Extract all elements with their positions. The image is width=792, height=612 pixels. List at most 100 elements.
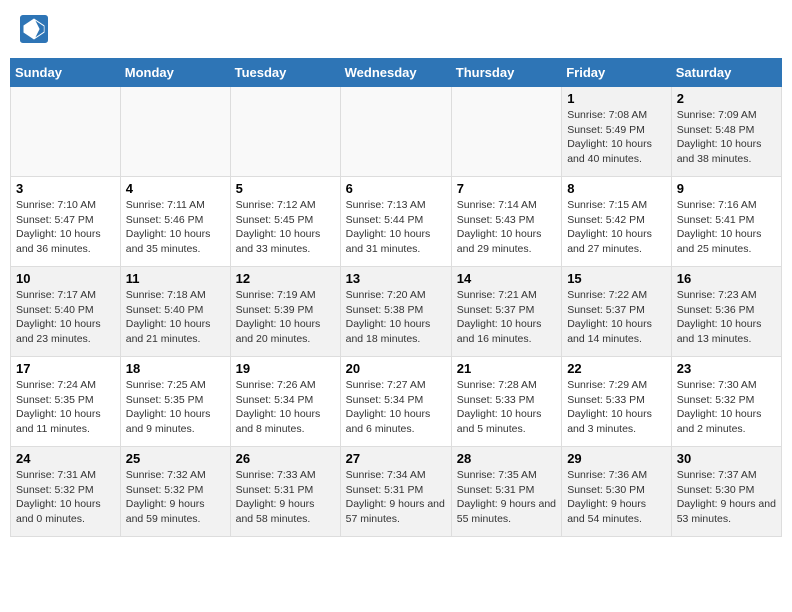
- day-info: Sunrise: 7:11 AMSunset: 5:46 PMDaylight:…: [126, 198, 225, 257]
- day-info: Sunrise: 7:29 AMSunset: 5:33 PMDaylight:…: [567, 378, 666, 437]
- calendar-cell: [230, 87, 340, 177]
- day-number: 29: [567, 451, 666, 466]
- day-number: 23: [677, 361, 776, 376]
- calendar-cell: 15Sunrise: 7:22 AMSunset: 5:37 PMDayligh…: [562, 267, 672, 357]
- day-number: 14: [457, 271, 556, 286]
- calendar-cell: 14 Sunrise: 7:21 AMSunset: 5:37 PMDayligh…: [451, 267, 561, 357]
- calendar-cell: 17Sunrise: 7:24 AMSunset: 5:35 PMDayligh…: [11, 357, 121, 447]
- calendar-cell: 23 Sunrise: 7:30 AMSunset: 5:32 PMDayligh…: [671, 357, 781, 447]
- day-number: 6: [346, 181, 446, 196]
- day-info: Sunrise: 7:12 AMSunset: 5:45 PMDaylight:…: [236, 198, 335, 257]
- calendar-cell: 7 Sunrise: 7:14 AMSunset: 5:43 PMDaylight…: [451, 177, 561, 267]
- calendar-cell: 11 Sunrise: 7:18 AMSunset: 5:40 PMDayligh…: [120, 267, 230, 357]
- calendar-cell: [120, 87, 230, 177]
- day-number: 18: [126, 361, 225, 376]
- week-row-5: 24 Sunrise: 7:31 AMSunset: 5:32 PMDayligh…: [11, 447, 782, 537]
- day-number: 1: [567, 91, 666, 106]
- calendar-cell: 3 Sunrise: 7:10 AMSunset: 5:47 PMDaylight…: [11, 177, 121, 267]
- calendar-cell: 30 Sunrise: 7:37 AMSunset: 5:30 PMDayligh…: [671, 447, 781, 537]
- day-number: 11: [126, 271, 225, 286]
- calendar-cell: 25Sunrise: 7:32 AMSunset: 5:32 PMDayligh…: [120, 447, 230, 537]
- day-info: Sunrise: 7:15 AMSunset: 5:42 PMDaylight:…: [567, 198, 666, 257]
- week-row-4: 17Sunrise: 7:24 AMSunset: 5:35 PMDayligh…: [11, 357, 782, 447]
- week-row-3: 10 Sunrise: 7:17 AMSunset: 5:40 PMDayligh…: [11, 267, 782, 357]
- calendar-cell: [451, 87, 561, 177]
- day-info: Sunrise: 7:17 AMSunset: 5:40 PMDaylight:…: [16, 288, 115, 347]
- day-info: Sunrise: 7:10 AMSunset: 5:47 PMDaylight:…: [16, 198, 115, 257]
- day-number: 5: [236, 181, 335, 196]
- week-row-1: 1 Sunrise: 7:08 AMSunset: 5:49 PMDaylight…: [11, 87, 782, 177]
- calendar-cell: 13 Sunrise: 7:20 AMSunset: 5:38 PMDayligh…: [340, 267, 451, 357]
- calendar-cell: 22 Sunrise: 7:29 AMSunset: 5:33 PMDayligh…: [562, 357, 672, 447]
- calendar-cell: 10 Sunrise: 7:17 AMSunset: 5:40 PMDayligh…: [11, 267, 121, 357]
- day-info: Sunrise: 7:22 AMSunset: 5:37 PMDaylight:…: [567, 288, 666, 347]
- day-info: Sunrise: 7:21 AMSunset: 5:37 PMDaylight:…: [457, 288, 556, 347]
- day-info: Sunrise: 7:23 AMSunset: 5:36 PMDaylight:…: [677, 288, 776, 347]
- day-number: 7: [457, 181, 556, 196]
- day-info: Sunrise: 7:19 AMSunset: 5:39 PMDaylight:…: [236, 288, 335, 347]
- calendar-body: 1 Sunrise: 7:08 AMSunset: 5:49 PMDaylight…: [11, 87, 782, 537]
- day-number: 2: [677, 91, 776, 106]
- day-number: 24: [16, 451, 115, 466]
- calendar-cell: 12 Sunrise: 7:19 AMSunset: 5:39 PMDayligh…: [230, 267, 340, 357]
- calendar-cell: [11, 87, 121, 177]
- day-info: Sunrise: 7:18 AMSunset: 5:40 PMDaylight:…: [126, 288, 225, 347]
- day-number: 22: [567, 361, 666, 376]
- header-thursday: Thursday: [451, 59, 561, 87]
- day-info: Sunrise: 7:20 AMSunset: 5:38 PMDaylight:…: [346, 288, 446, 347]
- calendar-cell: 24 Sunrise: 7:31 AMSunset: 5:32 PMDayligh…: [11, 447, 121, 537]
- calendar-cell: 1 Sunrise: 7:08 AMSunset: 5:49 PMDaylight…: [562, 87, 672, 177]
- day-number: 3: [16, 181, 115, 196]
- logo-icon: [20, 15, 48, 43]
- calendar-table: SundayMondayTuesdayWednesdayThursdayFrid…: [10, 58, 782, 537]
- day-info: Sunrise: 7:25 AMSunset: 5:35 PMDaylight:…: [126, 378, 225, 437]
- day-info: Sunrise: 7:09 AMSunset: 5:48 PMDaylight:…: [677, 108, 776, 167]
- day-info: Sunrise: 7:34 AMSunset: 5:31 PMDaylight:…: [346, 468, 446, 527]
- header-friday: Friday: [562, 59, 672, 87]
- header-wednesday: Wednesday: [340, 59, 451, 87]
- header-sunday: Sunday: [11, 59, 121, 87]
- day-info: Sunrise: 7:30 AMSunset: 5:32 PMDaylight:…: [677, 378, 776, 437]
- day-info: Sunrise: 7:32 AMSunset: 5:32 PMDaylight:…: [126, 468, 225, 527]
- day-number: 13: [346, 271, 446, 286]
- day-number: 10: [16, 271, 115, 286]
- day-number: 12: [236, 271, 335, 286]
- calendar-cell: 20 Sunrise: 7:27 AMSunset: 5:34 PMDayligh…: [340, 357, 451, 447]
- day-number: 16: [677, 271, 776, 286]
- logo: [20, 15, 52, 43]
- day-number: 26: [236, 451, 335, 466]
- day-number: 30: [677, 451, 776, 466]
- day-number: 4: [126, 181, 225, 196]
- day-info: Sunrise: 7:27 AMSunset: 5:34 PMDaylight:…: [346, 378, 446, 437]
- day-number: 9: [677, 181, 776, 196]
- day-info: Sunrise: 7:16 AMSunset: 5:41 PMDaylight:…: [677, 198, 776, 257]
- calendar-cell: 18 Sunrise: 7:25 AMSunset: 5:35 PMDayligh…: [120, 357, 230, 447]
- day-info: Sunrise: 7:37 AMSunset: 5:30 PMDaylight:…: [677, 468, 776, 527]
- day-info: Sunrise: 7:14 AMSunset: 5:43 PMDaylight:…: [457, 198, 556, 257]
- calendar-cell: 27Sunrise: 7:34 AMSunset: 5:31 PMDayligh…: [340, 447, 451, 537]
- calendar-cell: 21 Sunrise: 7:28 AMSunset: 5:33 PMDayligh…: [451, 357, 561, 447]
- calendar-header: SundayMondayTuesdayWednesdayThursdayFrid…: [11, 59, 782, 87]
- day-info: Sunrise: 7:08 AMSunset: 5:49 PMDaylight:…: [567, 108, 666, 167]
- day-number: 17: [16, 361, 115, 376]
- day-number: 20: [346, 361, 446, 376]
- header-row: SundayMondayTuesdayWednesdayThursdayFrid…: [11, 59, 782, 87]
- calendar-cell: 16 Sunrise: 7:23 AMSunset: 5:36 PMDayligh…: [671, 267, 781, 357]
- calendar-cell: 26Sunrise: 7:33 AMSunset: 5:31 PMDayligh…: [230, 447, 340, 537]
- calendar-cell: 19Sunrise: 7:26 AMSunset: 5:34 PMDayligh…: [230, 357, 340, 447]
- day-info: Sunrise: 7:13 AMSunset: 5:44 PMDaylight:…: [346, 198, 446, 257]
- day-number: 28: [457, 451, 556, 466]
- day-number: 19: [236, 361, 335, 376]
- calendar-cell: 9 Sunrise: 7:16 AMSunset: 5:41 PMDaylight…: [671, 177, 781, 267]
- header: [10, 10, 782, 48]
- day-number: 21: [457, 361, 556, 376]
- calendar-cell: 5 Sunrise: 7:12 AMSunset: 5:45 PMDaylight…: [230, 177, 340, 267]
- calendar-cell: 29 Sunrise: 7:36 AMSunset: 5:30 PMDayligh…: [562, 447, 672, 537]
- day-number: 8: [567, 181, 666, 196]
- day-info: Sunrise: 7:28 AMSunset: 5:33 PMDaylight:…: [457, 378, 556, 437]
- calendar-cell: 6 Sunrise: 7:13 AMSunset: 5:44 PMDaylight…: [340, 177, 451, 267]
- calendar-cell: 8 Sunrise: 7:15 AMSunset: 5:42 PMDaylight…: [562, 177, 672, 267]
- header-saturday: Saturday: [671, 59, 781, 87]
- day-info: Sunrise: 7:31 AMSunset: 5:32 PMDaylight:…: [16, 468, 115, 527]
- day-info: Sunrise: 7:36 AMSunset: 5:30 PMDaylight:…: [567, 468, 666, 527]
